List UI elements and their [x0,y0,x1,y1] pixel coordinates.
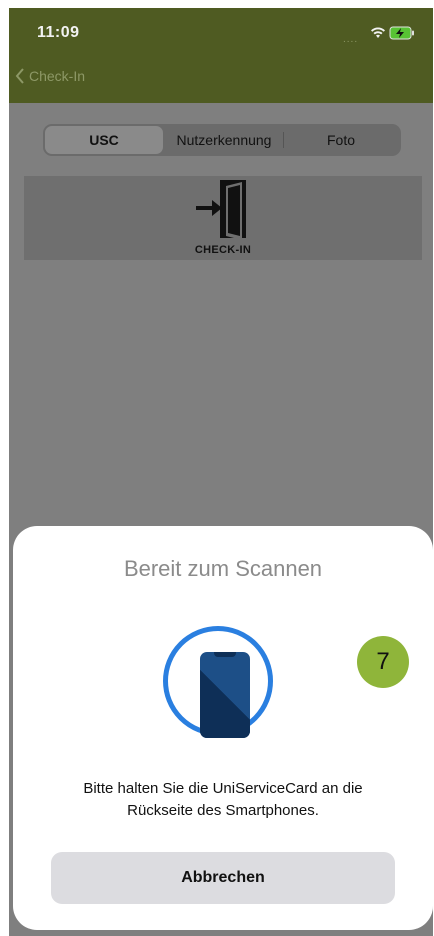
scan-instruction: Bitte halten Sie die UniServiceCard an d… [13,778,433,822]
instruction-line-1: Bitte halten Sie die UniServiceCard an d… [83,780,363,797]
back-button[interactable]: Check-In [15,68,85,84]
wifi-icon [371,27,385,38]
top-bar: 11:09 .... Check-In [9,8,433,103]
status-time: 11:09 [37,24,80,41]
signal-indicator: .... [343,34,359,45]
checkin-banner: CHECK-IN [24,176,422,260]
step-badge: 7 [357,636,409,688]
segment-usc[interactable]: USC [45,126,163,154]
sheet-title: Bereit zum Scannen [123,556,323,581]
back-label: Check-In [29,68,86,84]
instruction-line-2: Rückseite des Smartphones. [127,802,319,819]
app-screen: 11:09 .... Check-In USC Nutzerkennung Fo… [9,8,433,936]
cancel-button[interactable]: Abbrechen [51,852,395,904]
door-enter-icon [196,180,246,240]
checkin-label: CHECK-IN [194,244,252,256]
chevron-left-icon [15,68,24,84]
phone-scan-icon [200,652,250,738]
scan-sheet: Bereit zum Scannen 7 Bitte halten Sie di… [13,526,433,930]
battery-charging-icon [389,26,414,40]
segmented-control: USC Nutzerkennung Foto [43,124,401,156]
phone-notch [214,652,236,657]
segment-nutzerkennung[interactable]: Nutzerkennung [165,126,283,154]
segment-foto[interactable]: Foto [283,126,399,154]
